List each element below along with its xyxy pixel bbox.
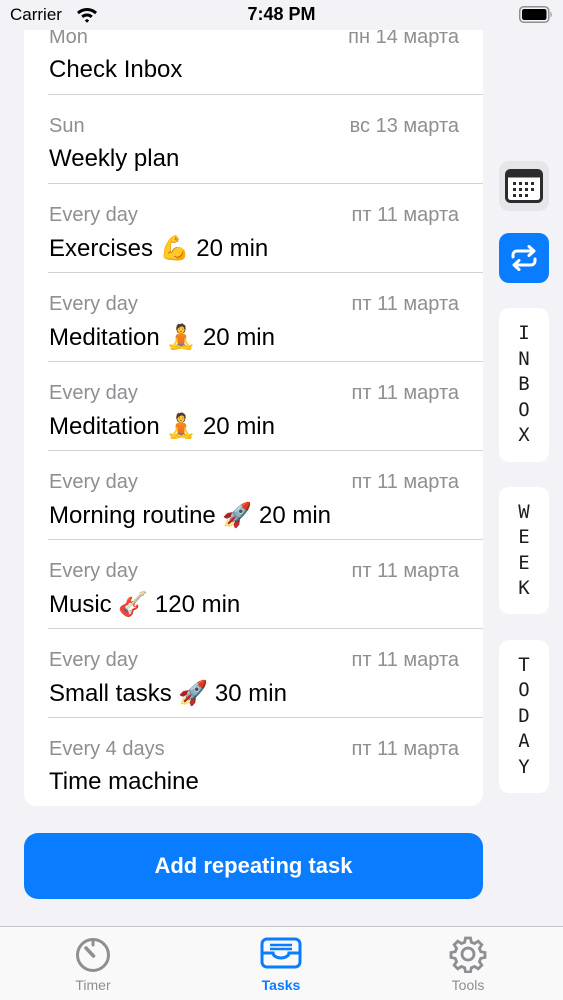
inbox-tab[interactable]: INBOX xyxy=(499,308,549,462)
task-list: Mon пн 14 марта Check Inbox Sun вс 13 ма… xyxy=(24,20,483,806)
task-row[interactable]: Every day пт 11 марта Meditation 🧘 20 mi… xyxy=(48,362,483,451)
task-title: Meditation 🧘 20 min xyxy=(49,324,275,351)
task-date: пт 11 марта xyxy=(351,382,459,404)
task-title: Time machine xyxy=(49,768,199,795)
tab-timer[interactable]: Timer xyxy=(33,927,153,1000)
repeat-icon xyxy=(511,245,537,271)
task-date: пт 11 марта xyxy=(351,738,459,760)
gear-icon xyxy=(449,936,487,973)
tab-tools[interactable]: Tools xyxy=(408,927,528,1000)
task-row[interactable]: Mon пн 14 марта Check Inbox xyxy=(48,20,483,95)
task-row[interactable]: Every day пт 11 марта Exercises 💪 20 min xyxy=(48,184,483,273)
timer-icon xyxy=(76,938,110,972)
task-date: пт 11 марта xyxy=(351,293,459,315)
status-bar: Carrier 7:48 PM xyxy=(0,0,563,30)
tray-icon xyxy=(260,937,302,969)
today-tab-label: TODAY xyxy=(518,653,530,778)
task-repeat: Every 4 days xyxy=(49,738,165,760)
task-repeat: Every day xyxy=(49,649,138,671)
tab-tools-label: Tools xyxy=(451,977,485,993)
task-row[interactable]: Every 4 days пт 11 марта Time machine xyxy=(48,718,483,806)
task-date: вс 13 марта xyxy=(349,115,459,137)
battery-icon xyxy=(519,6,552,23)
task-list-card: Mon пн 14 марта Check Inbox Sun вс 13 ма… xyxy=(24,20,483,806)
task-date: пт 11 марта xyxy=(351,560,459,582)
week-tab-label: WEEK xyxy=(518,500,530,600)
task-title: Meditation 🧘 20 min xyxy=(49,413,275,440)
calendar-view-button[interactable] xyxy=(499,161,549,211)
task-repeat: Every day xyxy=(49,382,138,404)
calendar-icon xyxy=(505,169,543,203)
inbox-tab-label: INBOX xyxy=(518,322,530,447)
tab-tasks-label: Tasks xyxy=(261,977,301,993)
task-date: пт 11 марта xyxy=(351,649,459,671)
app-screen: Mon пн 14 марта Check Inbox Sun вс 13 ма… xyxy=(0,0,563,1000)
task-title: Check Inbox xyxy=(49,56,183,83)
task-repeat: Every day xyxy=(49,204,138,226)
task-title: Weekly plan xyxy=(49,145,180,172)
task-date: пт 11 марта xyxy=(351,204,459,226)
task-title: Music 🎸 120 min xyxy=(49,591,241,618)
task-title: Exercises 💪 20 min xyxy=(49,235,269,262)
task-row[interactable]: Sun вс 13 марта Weekly plan xyxy=(48,95,483,184)
add-repeating-task-button[interactable]: Add repeating task xyxy=(24,833,483,899)
task-title: Small tasks 🚀 30 min xyxy=(49,680,287,707)
task-row[interactable]: Every day пт 11 марта Morning routine 🚀 … xyxy=(48,451,483,540)
tab-bar: Timer Tasks Tools xyxy=(0,926,563,1000)
task-repeat: Sun xyxy=(49,115,85,137)
tab-tasks[interactable]: Tasks xyxy=(221,927,341,1000)
task-repeat: Every day xyxy=(49,293,138,315)
tab-timer-label: Timer xyxy=(75,977,111,993)
status-time: 7:48 PM xyxy=(247,4,316,24)
week-tab[interactable]: WEEK xyxy=(499,487,549,614)
task-row[interactable]: Every day пт 11 марта Meditation 🧘 20 mi… xyxy=(48,273,483,362)
task-repeat: Every day xyxy=(49,471,138,493)
task-repeat: Every day xyxy=(49,560,138,582)
task-row[interactable]: Every day пт 11 марта Music 🎸 120 min xyxy=(48,540,483,629)
repeating-tasks-button[interactable] xyxy=(499,233,549,283)
task-date: пт 11 марта xyxy=(351,471,459,493)
task-row[interactable]: Every day пт 11 марта Small tasks 🚀 30 m… xyxy=(48,629,483,718)
task-title: Morning routine 🚀 20 min xyxy=(49,502,332,529)
today-tab[interactable]: TODAY xyxy=(499,640,549,793)
